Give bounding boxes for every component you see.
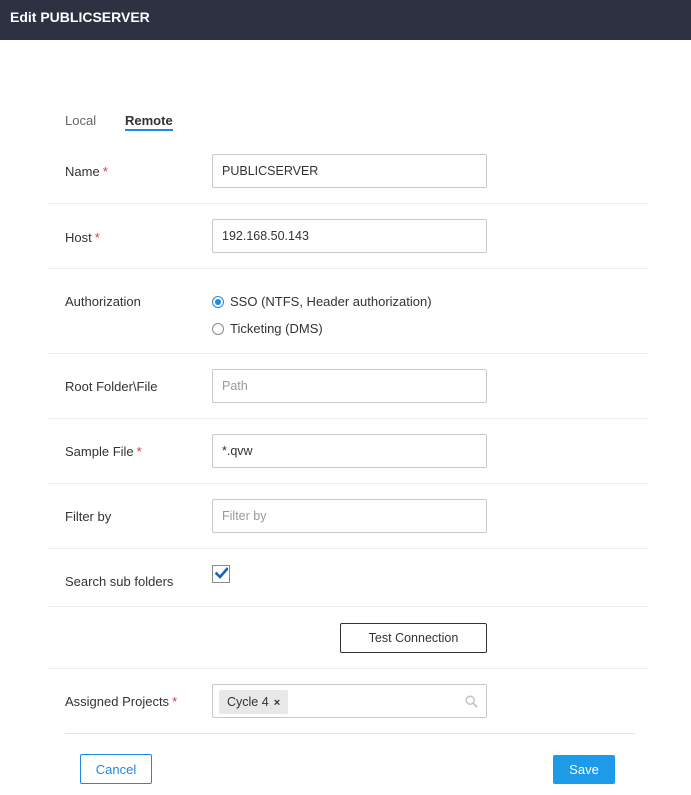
radio-sso[interactable]: SSO (NTFS, Header authorization) <box>212 294 432 309</box>
radio-ticketing[interactable]: Ticketing (DMS) <box>212 321 323 336</box>
root-folder-input[interactable] <box>212 369 487 403</box>
tab-local[interactable]: Local <box>65 113 96 128</box>
search-sub-folders-label: Search sub folders <box>65 574 174 589</box>
authorization-label: Authorization <box>65 294 141 309</box>
required-marker: * <box>102 164 108 179</box>
required-marker: * <box>94 230 100 245</box>
test-connection-row: Test Connection <box>48 607 648 669</box>
root-folder-label: Root Folder\File <box>65 379 158 394</box>
assigned-projects-row: Assigned Projects * Cycle 4 × <box>48 669 648 729</box>
checkmark-icon <box>215 567 228 579</box>
radio-ticketing-label: Ticketing (DMS) <box>230 321 323 336</box>
remove-tag-icon[interactable]: × <box>274 697 280 709</box>
save-button[interactable]: Save <box>553 755 615 784</box>
cancel-button[interactable]: Cancel <box>80 754 152 784</box>
authorization-row: Authorization SSO (NTFS, Header authoriz… <box>48 269 648 354</box>
radio-sso-label: SSO (NTFS, Header authorization) <box>230 294 432 309</box>
required-marker: * <box>172 694 178 709</box>
tab-remote[interactable]: Remote <box>125 113 173 131</box>
search-sub-folders-checkbox[interactable] <box>212 565 230 583</box>
name-label: Name * <box>65 164 108 179</box>
radio-unchecked-icon[interactable] <box>212 323 224 335</box>
host-input[interactable] <box>212 219 487 253</box>
filter-by-input[interactable] <box>212 499 487 533</box>
root-folder-row: Root Folder\File <box>48 354 648 419</box>
sample-file-input[interactable] <box>212 434 487 468</box>
assigned-projects-input[interactable]: Cycle 4 × <box>212 684 487 718</box>
dialog-title: Edit PUBLICSERVER <box>0 0 691 40</box>
assigned-projects-label: Assigned Projects * <box>65 694 178 709</box>
footer-divider <box>65 733 635 734</box>
radio-checked-icon[interactable] <box>212 296 224 308</box>
project-tag: Cycle 4 × <box>219 690 289 714</box>
project-tag-label: Cycle 4 <box>227 695 269 709</box>
sample-file-label: Sample File * <box>65 444 142 459</box>
filter-by-row: Filter by <box>48 484 648 549</box>
host-row: Host * <box>48 204 648 269</box>
search-sub-folders-row: Search sub folders <box>48 549 648 607</box>
filter-by-label: Filter by <box>65 509 112 524</box>
name-row: Name * <box>48 138 648 204</box>
test-connection-button[interactable]: Test Connection <box>340 623 487 653</box>
name-input[interactable] <box>212 154 487 188</box>
search-icon[interactable] <box>465 695 478 708</box>
host-label: Host * <box>65 230 100 245</box>
required-marker: * <box>136 444 142 459</box>
sample-file-row: Sample File * <box>48 419 648 484</box>
